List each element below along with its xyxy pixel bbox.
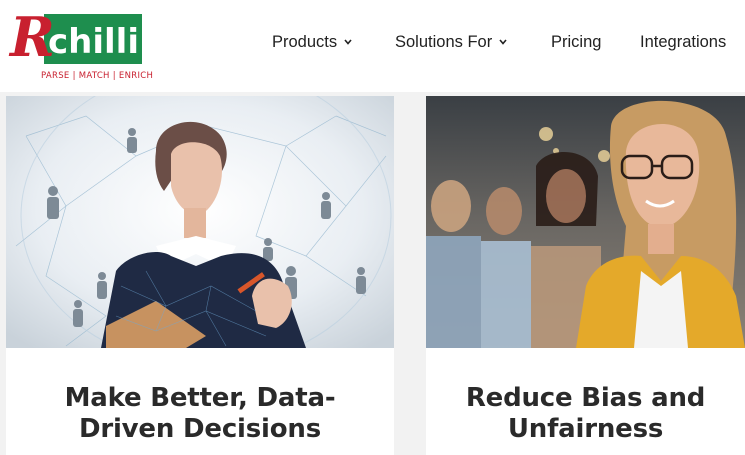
card-title-line: Make Better, Data- <box>64 383 336 413</box>
main-nav: Products Solutions For Pricing Integrati… <box>272 33 745 55</box>
card-title-line: Unfairness <box>507 414 664 444</box>
logo-wordmark: chilli <box>48 22 139 62</box>
nav-products-label: Products <box>272 33 338 51</box>
woman-network-photo <box>6 96 394 348</box>
nav-pricing-label: Pricing <box>551 33 602 51</box>
card-title-line: Reduce Bias and <box>465 383 706 413</box>
feature-card-decisions[interactable]: Make Better, Data- Driven Decisions <box>6 96 394 455</box>
site-header: R chilli PARSE | MATCH | ENRICH Products… <box>0 0 745 92</box>
chevron-down-icon <box>499 39 507 46</box>
rchilli-logo[interactable]: R chilli PARSE | MATCH | ENRICH <box>8 6 153 86</box>
card-title: Make Better, Data- Driven Decisions <box>6 383 394 445</box>
nav-integrations[interactable]: Integrations <box>640 33 726 52</box>
nav-pricing[interactable]: Pricing <box>551 33 601 52</box>
nav-solutions-for[interactable]: Solutions For <box>395 33 507 52</box>
diverse-team-photo <box>426 96 745 348</box>
nav-integrations-label: Integrations <box>640 33 727 51</box>
card-title: Reduce Bias and Unfairness <box>426 383 745 445</box>
nav-solutions-label: Solutions For <box>395 33 493 51</box>
nav-products[interactable]: Products <box>272 33 352 52</box>
feature-card-bias[interactable]: Reduce Bias and Unfairness <box>426 96 745 455</box>
logo-tagline: PARSE | MATCH | ENRICH <box>41 71 154 81</box>
card-title-line: Driven Decisions <box>78 414 322 444</box>
chevron-down-icon <box>344 39 352 46</box>
